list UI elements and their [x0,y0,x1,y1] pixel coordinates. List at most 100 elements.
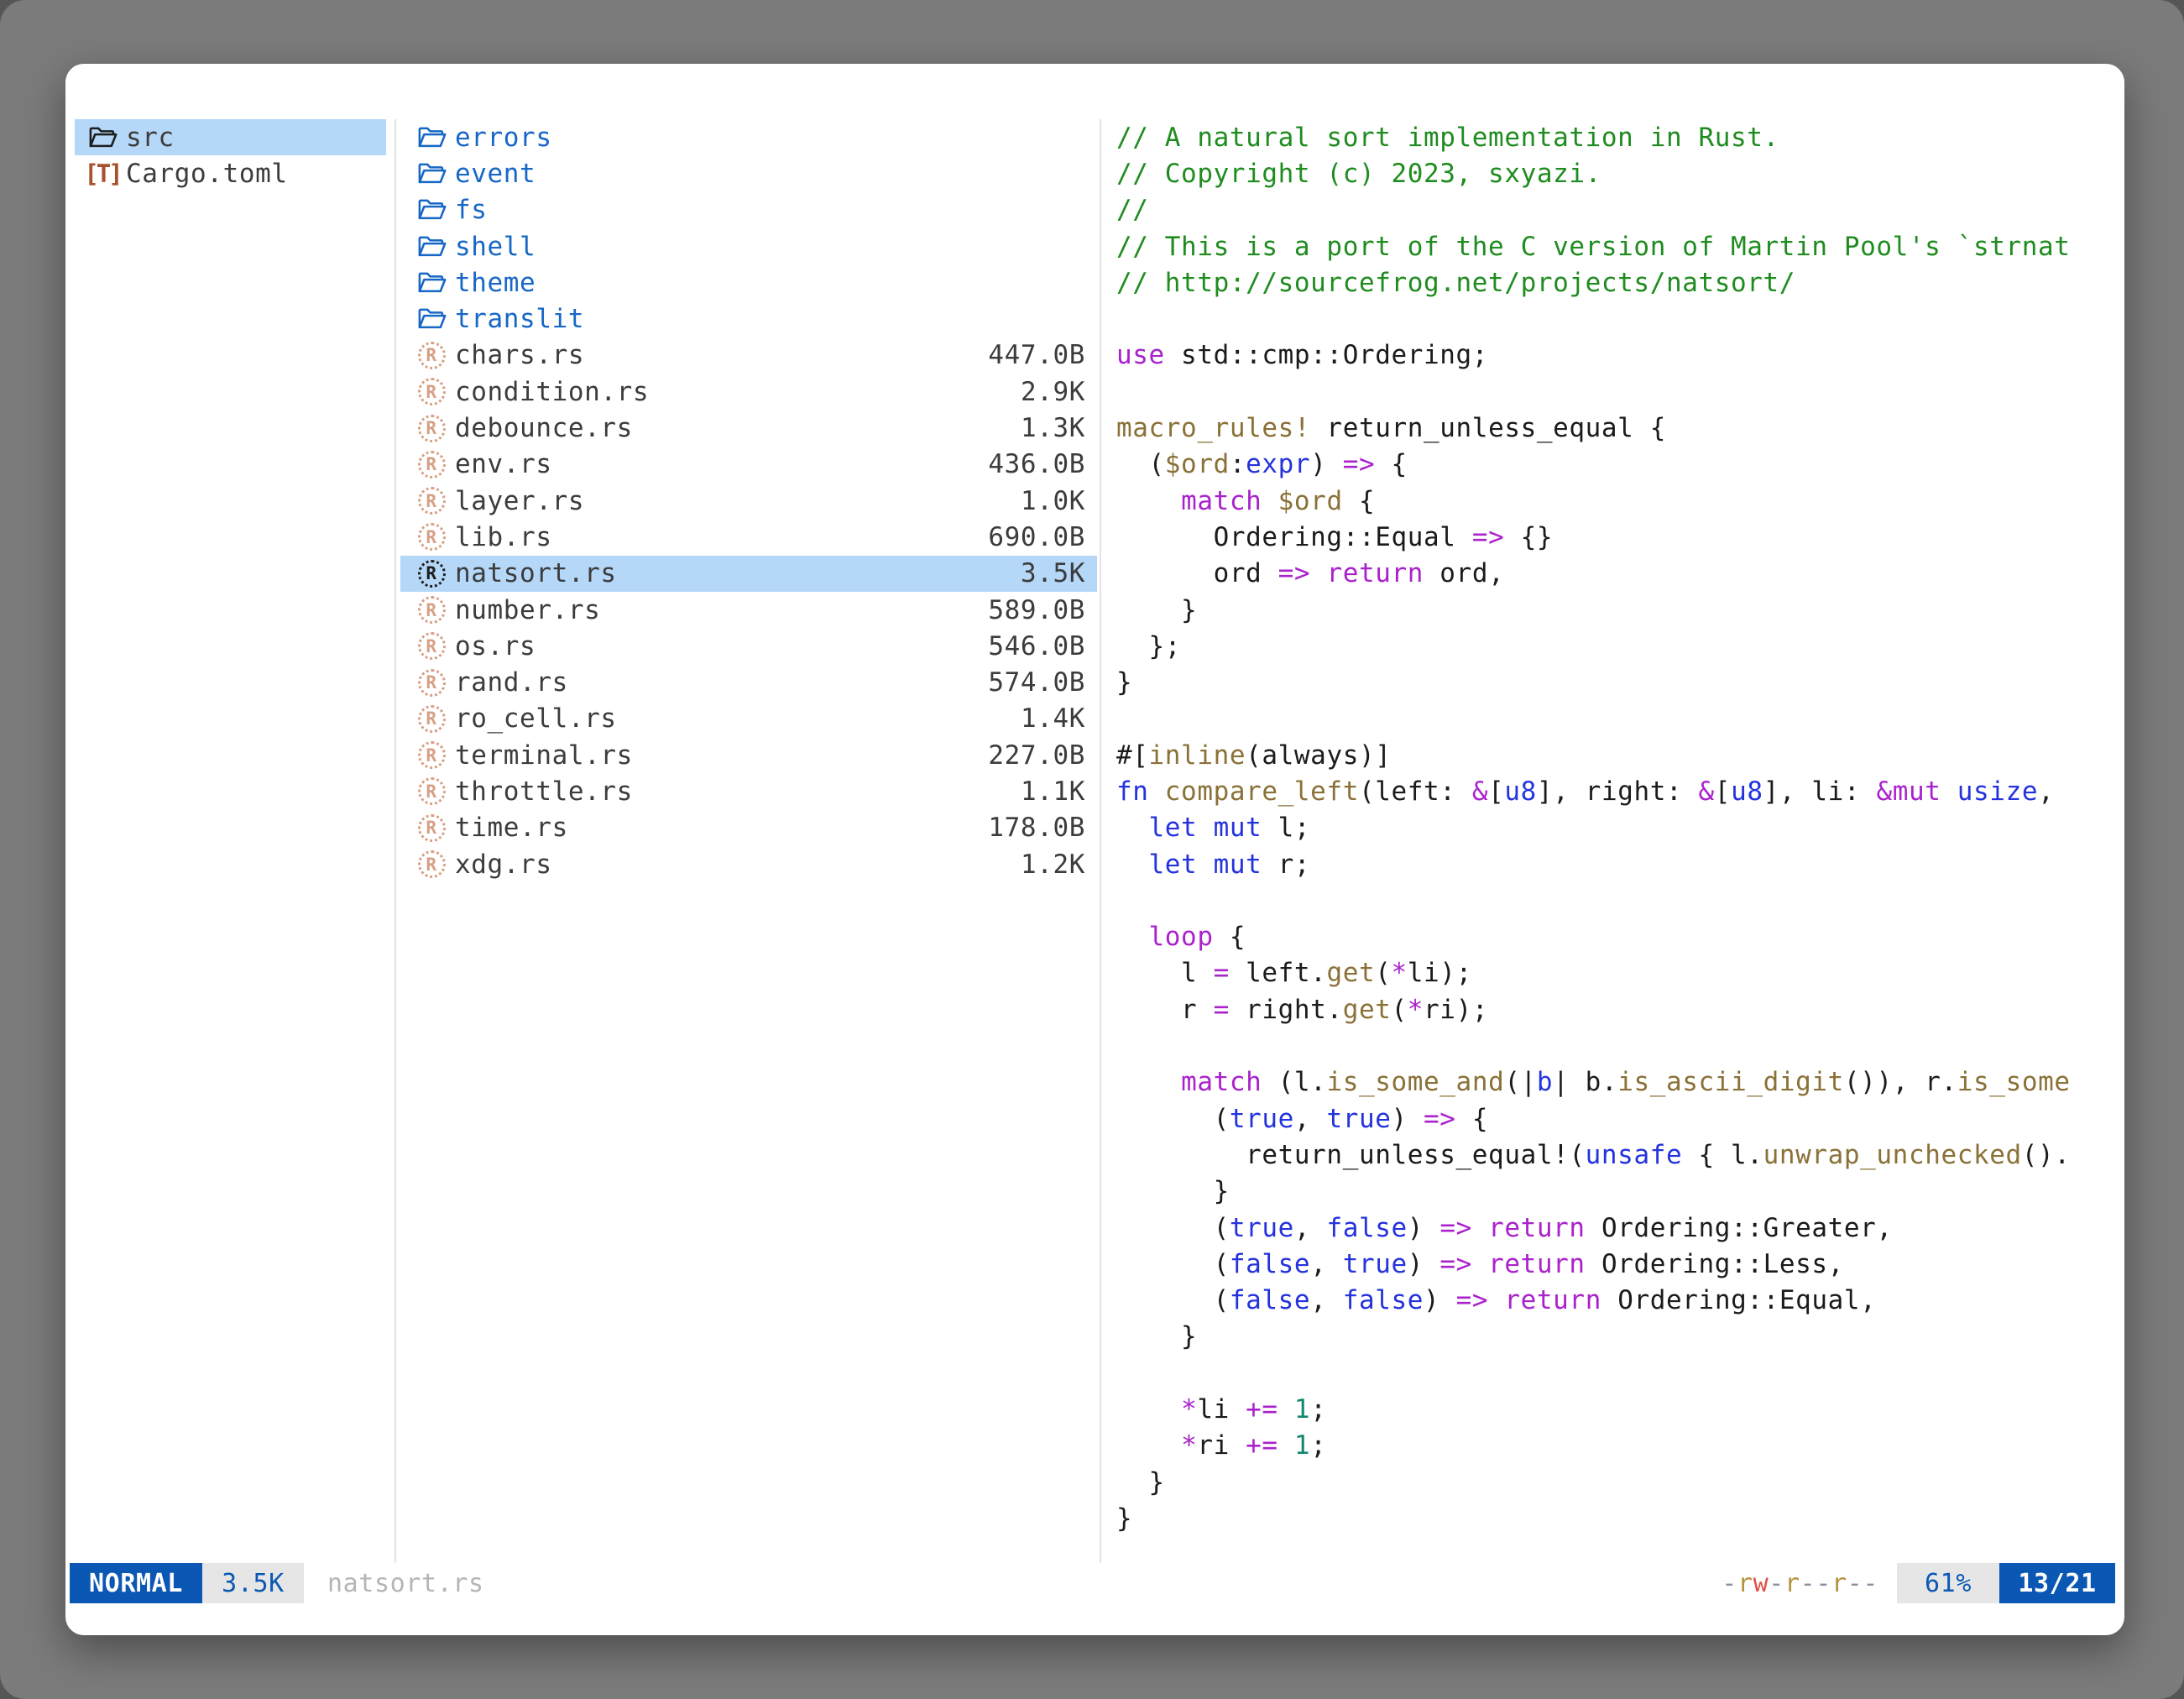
preview-pane: // A natural sort implementation in Rust… [1116,119,2124,1546]
code-line: // A natural sort implementation in Rust… [1116,119,2124,155]
file-row[interactable]: Rthrottle.rs1.1K [400,773,1097,809]
file-name-label: translit [455,304,584,334]
file-size-label: 2.9K [1021,374,1085,410]
file-name-label: errors [455,123,552,153]
code-line: } [1116,1319,2124,1355]
code-line: match (l.is_some_and(|b| b.is_ascii_digi… [1116,1064,2124,1100]
open-folder-icon [415,193,448,227]
file-row[interactable]: Rnatsort.rs 3.5K [400,556,1097,592]
file-name-label: throttle.rs [455,776,633,807]
code-line: } [1116,1464,2124,1500]
parent-pane-item[interactable]: src [75,119,386,155]
rust-file-icon: R [415,411,448,445]
code-line: } [1116,1500,2124,1536]
mode-badge: NORMAL [70,1563,202,1603]
code-line: *li += 1; [1116,1391,2124,1427]
open-folder-icon [415,230,448,264]
file-name-label: condition.rs [455,377,649,407]
file-name-label: event [455,159,536,189]
dir-row[interactable]: theme [400,264,1097,301]
file-size-label: 546.0B [988,628,1085,664]
file-row[interactable]: Rlayer.rs1.0K [400,483,1097,519]
file-size-label: 1.1K [1021,773,1085,809]
dir-row[interactable]: translit [400,301,1097,337]
rust-file-icon: R [415,630,448,663]
code-line: match $ord { [1116,483,2124,519]
file-row[interactable]: Rtime.rs 178.0B [400,810,1097,846]
code-line: ($ord:expr) => { [1116,447,2124,483]
code-line: // http://sourcefrog.net/projects/natsor… [1116,264,2124,301]
file-row[interactable]: Rlib.rs690.0B [400,519,1097,555]
yazi-window: src[T]Cargo.toml errors event fs shelltheme… [65,64,2124,1635]
file-row[interactable]: Ros.rs546.0B [400,628,1097,664]
code-line: let mut r; [1116,846,2124,882]
file-name-label: env.rs [455,449,552,479]
file-row[interactable]: Renv.rs436.0B [400,447,1097,483]
code-line: loop { [1116,919,2124,955]
code-line: // [1116,192,2124,228]
scroll-percent-badge: 61% [1897,1563,1999,1603]
code-line: } [1116,664,2124,700]
code-line: (true, true) => { [1116,1100,2124,1137]
file-name-label: time.rs [455,813,568,843]
file-name-label: fs [455,195,488,225]
rust-file-icon: R [415,338,448,372]
file-row[interactable]: Rcondition.rs 2.9K [400,374,1097,410]
open-folder-icon [86,121,119,154]
code-line: *ri += 1; [1116,1428,2124,1464]
file-size-label: 1.4K [1021,701,1085,737]
code-line: Ordering::Equal => {} [1116,519,2124,555]
current-pane: errors event fs shellthemetranslitRchars.rs… [400,119,1097,882]
preview-pane-divider [1100,119,1101,1563]
dir-row[interactable]: event [400,155,1097,191]
code-line: } [1116,592,2124,628]
dir-row[interactable]: shell [400,228,1097,264]
file-row[interactable]: Rchars.rs447.0B [400,337,1097,374]
code-line [1116,701,2124,737]
code-line: fn compare_left(left: &[u8], right: &[u8… [1116,773,2124,809]
code-line: #[inline(always)] [1116,737,2124,773]
rust-file-icon: R [415,557,448,590]
file-row[interactable]: Rro_cell.rs1.4K [400,701,1097,737]
file-row[interactable]: Rrand.rs 574.0B [400,664,1097,700]
file-row[interactable]: Rnumber.rs589.0B [400,592,1097,628]
file-size-label: 178.0B [988,810,1085,846]
code-line: (false, false) => return Ordering::Equal… [1116,1283,2124,1319]
file-size-label: 574.0B [988,664,1085,700]
code-line: } [1116,1174,2124,1210]
file-row[interactable]: Rxdg.rs1.2K [400,846,1097,882]
rust-file-icon: R [415,811,448,844]
parent-pane-item[interactable]: [T]Cargo.toml [75,155,386,191]
file-name-label: shell [455,232,536,262]
file-size-label: 690.0B [988,519,1085,555]
file-row[interactable]: Rterminal.rs227.0B [400,737,1097,773]
code-line [1116,374,2124,410]
file-name-label: xdg.rs [455,850,552,880]
rust-file-icon: R [415,375,448,409]
dir-row[interactable]: errors [400,119,1097,155]
dir-row[interactable]: fs [400,192,1097,228]
code-line: let mut l; [1116,810,2124,846]
file-row[interactable]: Rdebounce.rs1.3K [400,410,1097,446]
file-size-label: 1.3K [1021,410,1085,446]
code-line: ord => return ord, [1116,556,2124,592]
file-size-label: 3.5K [1021,556,1085,592]
parent-pane-divider [394,119,396,1563]
code-line: r = right.get(*ri); [1116,991,2124,1027]
rust-file-icon: R [415,848,448,881]
open-folder-icon [415,302,448,336]
open-folder-icon [415,266,448,300]
code-line: // Copyright (c) 2023, sxyazi. [1116,155,2124,191]
parent-pane: src[T]Cargo.toml [75,119,386,192]
file-name-label: lib.rs [455,522,552,552]
file-name-label: rand.rs [455,667,568,698]
code-line [1116,1027,2124,1064]
code-line: return_unless_equal!(unsafe { l.unwrap_u… [1116,1137,2124,1173]
file-size-label: 227.0B [988,737,1085,773]
file-size-label: 1.0K [1021,483,1085,519]
file-name-label: natsort.rs [455,558,617,588]
rust-file-icon: R [415,593,448,627]
rust-file-icon: R [415,666,448,699]
toml-file-icon: [T] [86,157,119,191]
rust-file-icon: R [415,447,448,481]
